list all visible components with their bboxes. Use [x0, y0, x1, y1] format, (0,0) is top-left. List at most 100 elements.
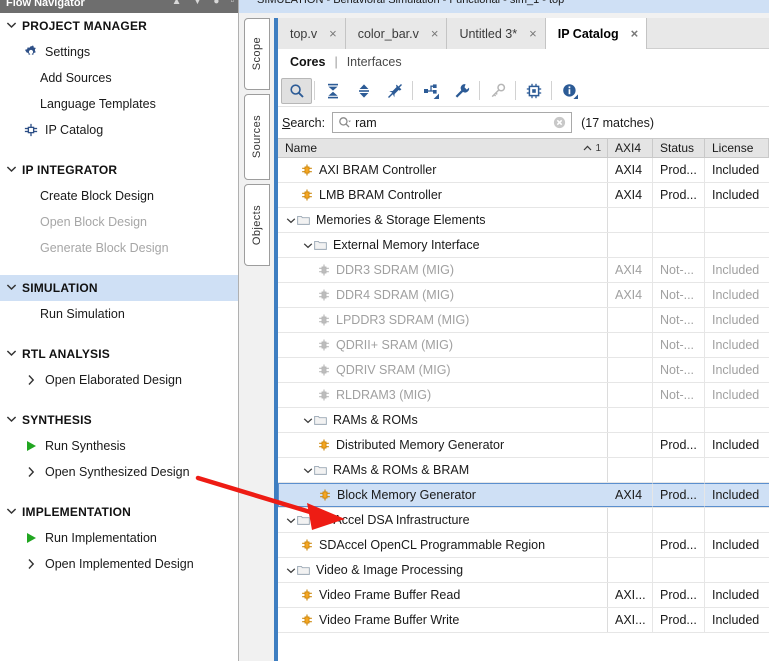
- tab-close-icon[interactable]: ×: [329, 27, 337, 40]
- cell-license: Included: [705, 358, 769, 382]
- column-header-name[interactable]: Name 1: [278, 139, 608, 157]
- cell-name: RAMs & ROMs: [278, 408, 608, 432]
- table-row[interactable]: DDR3 SDRAM (MIG) AXI4 Not-... Included: [278, 258, 769, 283]
- table-row[interactable]: Video Frame Buffer Read AXI... Prod... Incl…: [278, 583, 769, 608]
- chevron-right-icon: [22, 373, 40, 387]
- table-row[interactable]: Memories & Storage Elements: [278, 208, 769, 233]
- flow-navigator-window-buttons[interactable]: ▲ ▼ ● ▫: [172, 0, 234, 7]
- nav-item-open-implemented-design[interactable]: Open Implemented Design: [0, 551, 238, 577]
- nav-section-simulation[interactable]: SIMULATION: [0, 275, 238, 301]
- editor-tab-color-bar-v[interactable]: color_bar.v ×: [345, 18, 448, 49]
- editor-tab-top-v[interactable]: top.v ×: [278, 18, 346, 49]
- nav-section-synthesis[interactable]: SYNTHESIS: [0, 407, 238, 433]
- table-row[interactable]: Video Frame Buffer Write AXI... Prod... Inc…: [278, 608, 769, 633]
- tree-expander-icon[interactable]: [284, 217, 297, 224]
- chevron-down-icon[interactable]: [6, 21, 22, 32]
- chevron-down-icon[interactable]: [6, 283, 22, 294]
- nav-item-run-synthesis[interactable]: Run Synthesis: [0, 433, 238, 459]
- table-row[interactable]: RLDRAM3 (MIG) Not-... Included: [278, 383, 769, 408]
- cell-license: Included: [705, 283, 769, 307]
- side-tab-objects[interactable]: Objects: [244, 184, 270, 266]
- subtab-interfaces[interactable]: Interfaces: [347, 55, 402, 69]
- nav-section-label: SYNTHESIS: [22, 413, 92, 427]
- tree-expander-icon[interactable]: [301, 242, 314, 249]
- nav-item-open-synthesized-design[interactable]: Open Synthesized Design: [0, 459, 238, 485]
- sort-order-number: 1: [595, 142, 601, 154]
- table-row[interactable]: RAMs & ROMs: [278, 408, 769, 433]
- ip-core-icon: [318, 314, 330, 326]
- nav-section-rtl-analysis[interactable]: RTL ANALYSIS: [0, 341, 238, 367]
- nav-item-language-templates[interactable]: Language Templates: [0, 91, 238, 117]
- nav-section-project-manager[interactable]: PROJECT MANAGER: [0, 13, 238, 39]
- table-row[interactable]: RAMs & ROMs & BRAM: [278, 458, 769, 483]
- tab-close-icon[interactable]: ×: [431, 27, 439, 40]
- clear-search-icon[interactable]: [553, 116, 566, 129]
- hierarchy-button[interactable]: [415, 78, 446, 104]
- minimize-icon[interactable]: ▲: [172, 0, 182, 7]
- chevron-down-icon[interactable]: [6, 349, 22, 360]
- row-name-label: Video & Image Processing: [316, 563, 464, 577]
- cell-license: [705, 508, 769, 532]
- info-button[interactable]: [554, 78, 585, 104]
- side-tab-scope[interactable]: Scope: [244, 18, 270, 90]
- tree-expander-icon[interactable]: [301, 417, 314, 424]
- table-row[interactable]: AXI BRAM Controller AXI4 Prod... Included: [278, 158, 769, 183]
- nav-item-settings[interactable]: Settings: [0, 39, 238, 65]
- chevron-down-icon[interactable]: [6, 165, 22, 176]
- cell-name: QDRIV SRAM (MIG): [278, 358, 608, 382]
- column-header-status[interactable]: Status: [653, 139, 705, 157]
- tab-close-icon[interactable]: ×: [529, 27, 537, 40]
- nav-section-ip-integrator[interactable]: IP INTEGRATOR: [0, 157, 238, 183]
- chevron-right-icon: [22, 465, 40, 479]
- table-row[interactable]: LPDDR3 SDRAM (MIG) Not-... Included: [278, 308, 769, 333]
- table-row[interactable]: QDRIV SRAM (MIG) Not-... Included: [278, 358, 769, 383]
- chevron-down-icon[interactable]: [6, 507, 22, 518]
- table-row[interactable]: Video & Image Processing: [278, 558, 769, 583]
- table-row[interactable]: LMB BRAM Controller AXI4 Prod... Included: [278, 183, 769, 208]
- table-row[interactable]: SDAccel OpenCL Programmable Region Prod..…: [278, 533, 769, 558]
- nav-item-create-block-design[interactable]: Create Block Design: [0, 183, 238, 209]
- cell-axi4-label: AXI4: [615, 263, 643, 277]
- table-row[interactable]: Distributed Memory Generator Prod... Inclu…: [278, 433, 769, 458]
- tree-expander-icon[interactable]: [301, 467, 314, 474]
- cell-license-label: Included: [712, 288, 760, 302]
- search-input[interactable]: [355, 115, 554, 130]
- nav-section-gap: [0, 261, 238, 275]
- wrench-button[interactable]: [446, 78, 477, 104]
- table-row[interactable]: External Memory Interface: [278, 233, 769, 258]
- pin-icon[interactable]: ●: [213, 0, 219, 7]
- nav-item-run-implementation[interactable]: Run Implementation: [0, 525, 238, 551]
- tree-expander-icon[interactable]: [284, 567, 297, 574]
- nav-item-run-simulation[interactable]: Run Simulation: [0, 301, 238, 327]
- nav-item-ip-catalog[interactable]: IP Catalog: [0, 117, 238, 143]
- unpin-button[interactable]: [379, 78, 410, 104]
- nav-section-implementation[interactable]: IMPLEMENTATION: [0, 499, 238, 525]
- table-row[interactable]: Block Memory Generator AXI4 Prod... Include…: [278, 483, 769, 508]
- collapse-all-button[interactable]: [317, 78, 348, 104]
- cell-status-label: Not-...: [660, 363, 695, 377]
- tab-close-icon[interactable]: ×: [631, 27, 639, 40]
- search-input-box[interactable]: [332, 112, 573, 133]
- cell-license: Included: [705, 383, 769, 407]
- nav-item-add-sources[interactable]: Add Sources: [0, 65, 238, 91]
- column-header-license[interactable]: License: [705, 139, 769, 157]
- editor-tab-ip-catalog[interactable]: IP Catalog ×: [545, 18, 648, 49]
- editor-tab-untitled-3-[interactable]: Untitled 3* ×: [447, 18, 546, 49]
- subtab-cores[interactable]: Cores: [290, 55, 325, 69]
- expand-all-button[interactable]: [348, 78, 379, 104]
- table-row[interactable]: SDAccel DSA Infrastructure: [278, 508, 769, 533]
- tree-expander-icon[interactable]: [284, 517, 297, 524]
- close-icon[interactable]: ▫: [230, 0, 234, 7]
- table-row[interactable]: QDRII+ SRAM (MIG) Not-... Included: [278, 333, 769, 358]
- chip-button[interactable]: [518, 78, 549, 104]
- side-tab-sources[interactable]: Sources: [244, 94, 270, 180]
- maximize-icon[interactable]: ▼: [193, 0, 203, 7]
- column-header-axi4[interactable]: AXI4: [608, 139, 653, 157]
- nav-item-open-elaborated-design[interactable]: Open Elaborated Design: [0, 367, 238, 393]
- search-button[interactable]: [281, 77, 312, 104]
- table-row[interactable]: DDR4 SDRAM (MIG) AXI4 Not-... Included: [278, 283, 769, 308]
- toolbar-separator: [479, 81, 480, 100]
- play-icon: [22, 439, 40, 453]
- editor-tab-label: top.v: [290, 26, 318, 41]
- chevron-down-icon[interactable]: [6, 415, 22, 426]
